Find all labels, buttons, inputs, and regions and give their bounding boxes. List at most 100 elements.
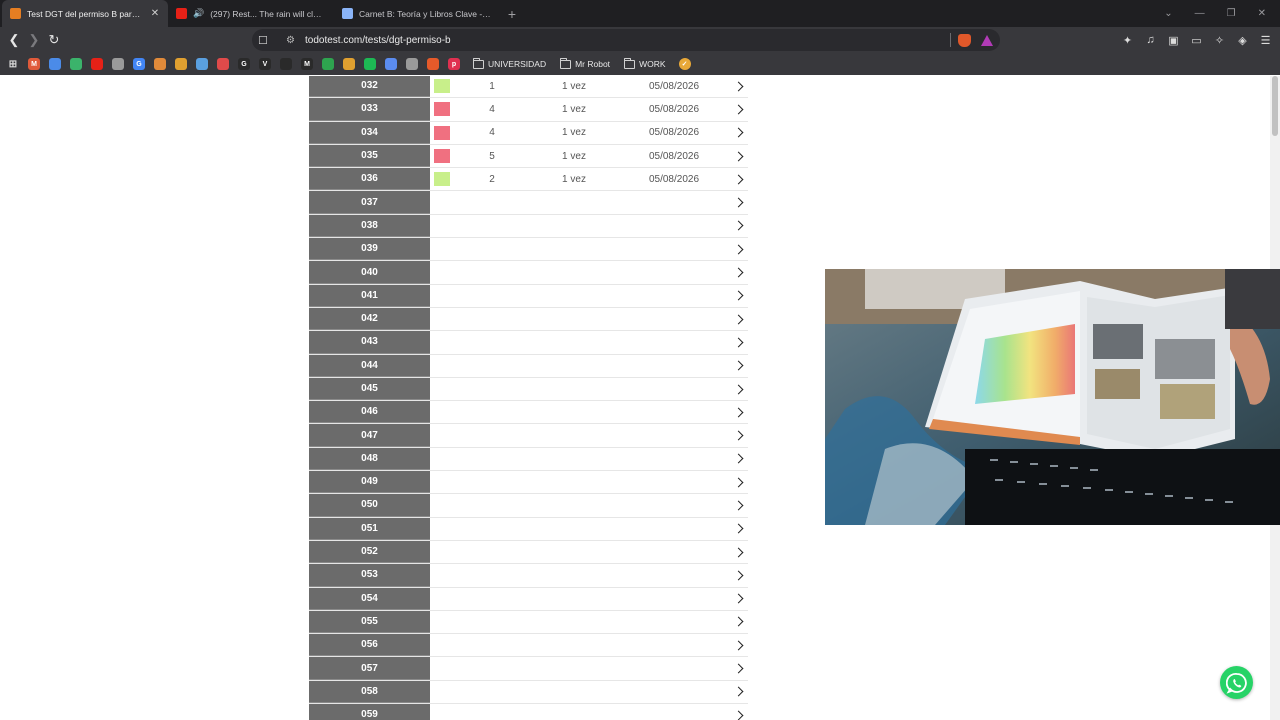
chevron-right-icon[interactable] <box>733 220 744 231</box>
back-icon[interactable]: ❮ <box>4 30 24 50</box>
reload-icon[interactable]: ↻ <box>44 30 64 50</box>
bookmark-favicon-icon[interactable] <box>217 58 229 70</box>
chevron-right-icon[interactable] <box>733 710 744 720</box>
site-info-icon[interactable]: ⚙ <box>286 35 295 46</box>
sidebar-icon[interactable]: ▣ <box>1167 34 1180 47</box>
table-row[interactable]: 037 <box>309 191 748 215</box>
chevron-right-icon[interactable] <box>733 267 744 278</box>
chevron-right-icon[interactable] <box>733 663 744 674</box>
bookmark-extra-icon[interactable]: ✓ <box>678 58 691 70</box>
chevron-right-icon[interactable] <box>733 174 744 185</box>
browser-tab[interactable]: Test DGT del permiso B para exa ✕ <box>2 0 168 27</box>
table-row[interactable]: 051 <box>309 517 748 541</box>
chevron-right-icon[interactable] <box>733 477 744 488</box>
tab-search-icon[interactable]: ⌄ <box>1164 8 1172 19</box>
table-row[interactable]: 048 <box>309 447 748 472</box>
bookmark-favicon-icon[interactable] <box>154 58 166 70</box>
tab-close-icon[interactable]: ✕ <box>150 8 160 19</box>
restore-icon[interactable]: ❐ <box>1227 8 1236 19</box>
table-row[interactable]: 059 <box>309 704 748 720</box>
table-row[interactable]: 045 <box>309 377 748 402</box>
chevron-right-icon[interactable] <box>733 617 744 627</box>
table-row[interactable]: 032 1 1 vez 05/08/2026 <box>309 76 748 99</box>
bookmark-favicon-icon[interactable] <box>70 58 82 70</box>
brave-rewards-icon[interactable] <box>981 34 993 46</box>
bookmark-favicon-icon[interactable] <box>49 58 61 70</box>
bookmark-favicon-icon[interactable] <box>427 58 439 70</box>
bookmark-favicon-icon[interactable]: p <box>448 58 460 70</box>
table-row[interactable]: 049 <box>309 471 748 495</box>
bookmark-folder[interactable]: WORK <box>624 57 666 69</box>
vpn-icon[interactable]: ◈ <box>1236 34 1249 47</box>
bookmark-favicon-icon[interactable] <box>91 58 103 70</box>
table-row[interactable]: 040 <box>309 261 748 285</box>
table-row[interactable]: 046 <box>309 401 748 425</box>
address-bar[interactable]: ☐ ⚙ todotest.com/tests/dgt-permiso-b <box>252 29 1000 51</box>
chevron-right-icon[interactable] <box>733 337 744 348</box>
chevron-right-icon[interactable] <box>733 244 744 255</box>
bookmark-favicon-icon[interactable] <box>343 58 355 70</box>
table-row[interactable]: 054 <box>309 587 748 611</box>
table-row[interactable]: 035 5 1 vez 05/08/2026 <box>309 144 748 169</box>
chevron-right-icon[interactable] <box>733 686 744 697</box>
whatsapp-button[interactable] <box>1220 666 1253 699</box>
chevron-right-icon[interactable] <box>733 523 744 534</box>
brave-shields-icon[interactable] <box>958 33 971 47</box>
table-row[interactable]: 039 <box>309 238 748 262</box>
bookmark-favicon-icon[interactable] <box>175 58 187 70</box>
extensions-icon[interactable]: ✦ <box>1121 34 1134 47</box>
chevron-right-icon[interactable] <box>733 570 744 581</box>
chevron-right-icon[interactable] <box>733 500 744 511</box>
table-row[interactable]: 033 4 1 vez 05/08/2026 <box>309 98 748 122</box>
apps-grid-icon[interactable]: ⊞ <box>7 58 19 70</box>
table-row[interactable]: 036 2 1 vez 05/08/2026 <box>309 168 748 192</box>
table-row[interactable]: 034 4 1 vez 05/08/2026 <box>309 121 748 145</box>
table-row[interactable]: 057 <box>309 657 748 681</box>
chevron-right-icon[interactable] <box>733 104 744 115</box>
leo-ai-icon[interactable]: ✧ <box>1213 34 1226 47</box>
bookmark-favicon-icon[interactable] <box>112 58 124 70</box>
table-row[interactable]: 053 <box>309 564 748 588</box>
new-tab-button[interactable]: + <box>500 0 524 27</box>
bookmark-favicon-icon[interactable]: M <box>301 58 313 70</box>
chevron-right-icon[interactable] <box>733 593 744 604</box>
bookmark-favicon-icon[interactable]: M <box>28 58 40 70</box>
media-icon[interactable]: ♫ <box>1144 34 1157 47</box>
bookmark-folder[interactable]: Mr Robot <box>560 57 610 69</box>
table-row[interactable]: 058 <box>309 680 748 705</box>
bookmark-favicon-icon[interactable] <box>385 58 397 70</box>
bookmark-favicon-icon[interactable]: G <box>238 58 250 70</box>
table-row[interactable]: 041 <box>309 284 748 308</box>
table-row[interactable]: 052 <box>309 540 748 565</box>
table-row[interactable]: 038 <box>309 214 748 239</box>
tab-audio-icon[interactable]: 🔊 <box>193 8 204 19</box>
bookmark-favicon-icon[interactable] <box>322 58 334 70</box>
table-row[interactable]: 047 <box>309 424 748 448</box>
table-row[interactable]: 056 <box>309 634 748 658</box>
chevron-right-icon[interactable] <box>733 290 744 301</box>
chevron-right-icon[interactable] <box>733 407 744 418</box>
table-row[interactable]: 055 <box>309 610 748 635</box>
chevron-right-icon[interactable] <box>733 151 744 161</box>
wallet-icon[interactable]: ▭ <box>1190 34 1203 47</box>
chevron-right-icon[interactable] <box>733 430 744 441</box>
table-row[interactable]: 043 <box>309 331 748 355</box>
bookmark-favicon-icon[interactable]: V <box>259 58 271 70</box>
bookmark-favicon-icon[interactable]: G <box>133 58 145 70</box>
chevron-right-icon[interactable] <box>733 360 744 371</box>
forward-icon[interactable]: ❯ <box>24 30 44 50</box>
bookmark-folder[interactable]: UNIVERSIDAD <box>473 57 546 69</box>
chevron-right-icon[interactable] <box>733 547 744 558</box>
browser-tab[interactable]: Carnet B: Teoría y Libros Clave - Goo <box>334 0 500 27</box>
browser-tab[interactable]: 🔊 (297) Rest... The rain will clear you <box>168 0 334 27</box>
close-window-icon[interactable]: ✕ <box>1258 8 1266 19</box>
chevron-right-icon[interactable] <box>733 453 744 464</box>
chevron-right-icon[interactable] <box>733 127 744 138</box>
bookmark-favicon-icon[interactable] <box>196 58 208 70</box>
minimize-icon[interactable]: — <box>1195 8 1205 19</box>
bookmark-favicon-icon[interactable] <box>406 58 418 70</box>
bookmark-favicon-icon[interactable] <box>280 58 292 70</box>
chevron-right-icon[interactable] <box>733 314 744 325</box>
table-row[interactable]: 044 <box>309 354 748 378</box>
chevron-right-icon[interactable] <box>733 81 744 92</box>
